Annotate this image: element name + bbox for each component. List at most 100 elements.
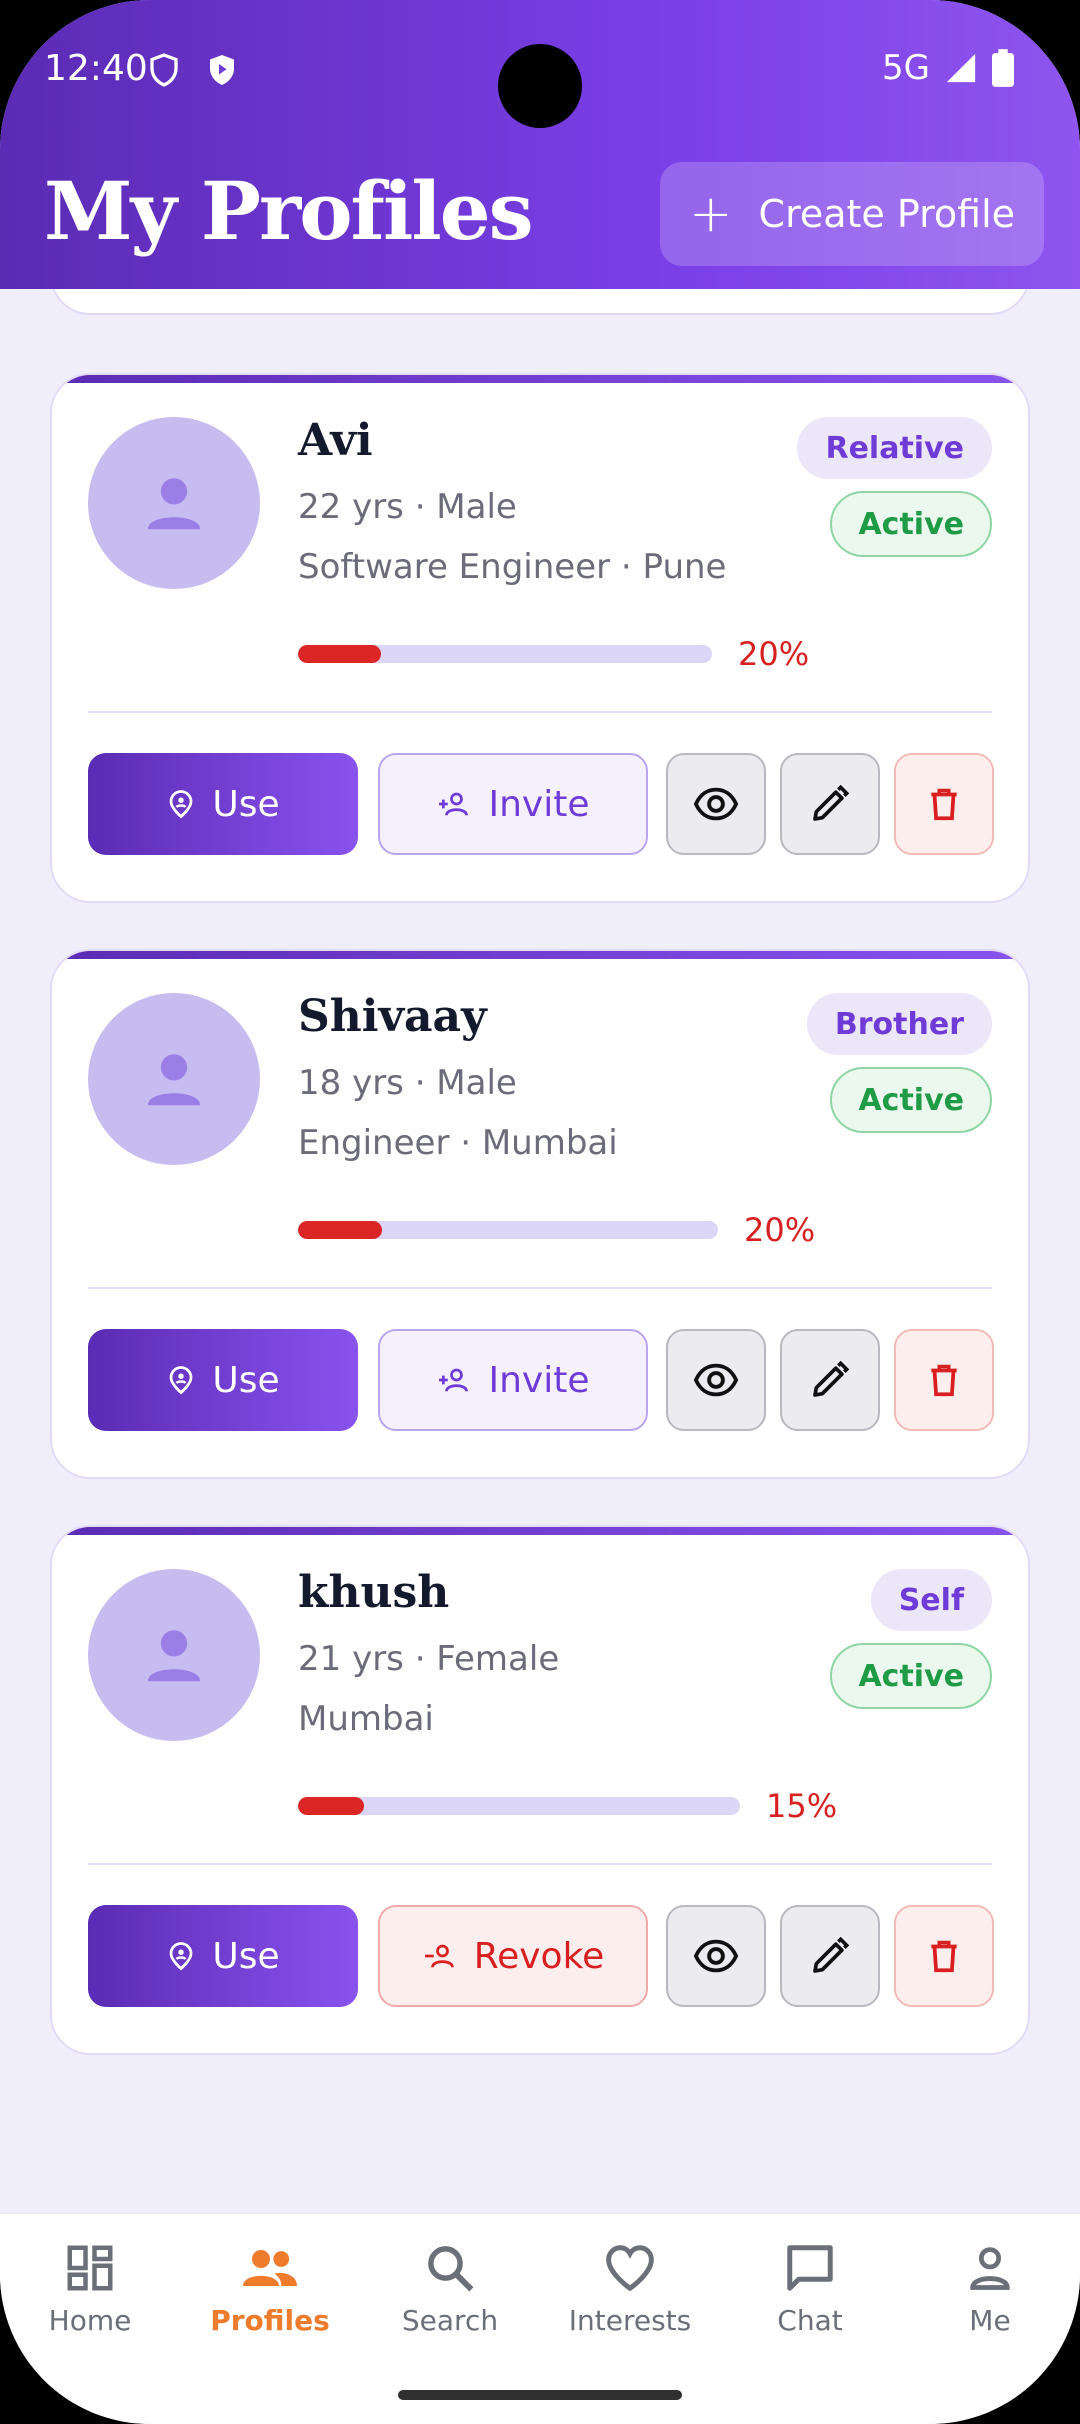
- chat-icon: [783, 2240, 837, 2296]
- nav-label: Interests: [568, 2304, 692, 2337]
- card-accent-bar: [52, 951, 1028, 959]
- page-title: My Profiles: [44, 164, 534, 258]
- use-label: Use: [212, 1359, 280, 1401]
- invite-button[interactable]: Invite: [378, 753, 648, 855]
- use-label: Use: [212, 1935, 280, 1977]
- completion-percent: 20%: [738, 635, 810, 673]
- profile-occupation-location: Mumbai: [298, 1699, 434, 1739]
- profile-card-shivaay: Shivaay 18 yrs · Male Engineer · Mumbai …: [50, 949, 1030, 1479]
- profile-name: Avi: [298, 415, 373, 466]
- status-bar: 12:40 5G: [0, 0, 1080, 140]
- completion-progress-bar: [298, 645, 712, 663]
- status-time: 12:40: [44, 48, 148, 89]
- front-camera: [498, 44, 582, 128]
- profile-card-khush: khush 21 yrs · Female Mumbai Self Active…: [50, 1525, 1030, 2055]
- profiles-list[interactable]: Avi 22 yrs · Male Software Engineer · Pu…: [0, 289, 1080, 2209]
- person-icon: [964, 2240, 1016, 2296]
- nav-label: Profiles: [210, 2304, 330, 2337]
- avatar[interactable]: [88, 993, 260, 1165]
- eye-icon: [693, 1939, 739, 1973]
- status-badge: Active: [830, 1643, 992, 1709]
- nav-label: Home: [48, 2304, 132, 2337]
- app-screen: 12:40 5G My Profiles + Create Profile Av…: [0, 0, 1080, 2424]
- create-profile-button[interactable]: + Create Profile: [660, 162, 1044, 266]
- completion-progress-bar: [298, 1221, 718, 1239]
- home-indicator[interactable]: [398, 2390, 682, 2400]
- search-icon: [423, 2240, 477, 2296]
- relation-badge: Relative: [797, 417, 992, 479]
- nav-item-home[interactable]: Home: [0, 2240, 180, 2337]
- relation-badge: Self: [870, 1569, 992, 1631]
- completion-percent: 20%: [744, 1211, 816, 1249]
- nav-label: Me: [969, 2304, 1011, 2337]
- create-profile-label: Create Profile: [758, 192, 1016, 236]
- revoke-button[interactable]: Revoke: [378, 1905, 648, 2007]
- use-label: Use: [212, 783, 280, 825]
- nav-label: Chat: [777, 2304, 843, 2337]
- signal-icon: [946, 53, 976, 83]
- completion-progress-fill: [298, 1221, 382, 1239]
- edit-profile-button[interactable]: [780, 1905, 880, 2007]
- location-person-icon: [169, 1942, 193, 1971]
- app-header: 12:40 5G My Profiles + Create Profile: [0, 0, 1080, 289]
- delete-profile-button[interactable]: [894, 1329, 994, 1431]
- person-icon: [147, 1630, 201, 1682]
- edit-profile-button[interactable]: [780, 1329, 880, 1431]
- nav-item-chat[interactable]: Chat: [720, 2240, 900, 2337]
- trash-icon: [931, 1940, 957, 1973]
- invite-button[interactable]: Invite: [378, 1329, 648, 1431]
- previous-card-fragment: [50, 289, 1030, 315]
- network-type: 5G: [882, 48, 930, 88]
- card-divider: [88, 1287, 992, 1289]
- dashboard-icon: [63, 2240, 117, 2296]
- battery-icon: [992, 49, 1014, 87]
- eye-icon: [693, 787, 739, 821]
- delete-profile-button[interactable]: [894, 1905, 994, 2007]
- play-shield-icon: [210, 55, 234, 85]
- person-icon: [147, 1054, 201, 1106]
- location-person-icon: [169, 790, 193, 819]
- view-profile-button[interactable]: [666, 1329, 766, 1431]
- status-badge: Active: [830, 491, 992, 557]
- card-divider: [88, 1863, 992, 1865]
- relation-badge: Brother: [806, 993, 992, 1055]
- location-person-icon: [169, 1366, 193, 1395]
- eye-icon: [693, 1363, 739, 1397]
- secondary-action-label: Invite: [488, 1359, 590, 1401]
- view-profile-button[interactable]: [666, 753, 766, 855]
- plus-icon: +: [688, 184, 733, 244]
- profile-card-avi: Avi 22 yrs · Male Software Engineer · Pu…: [50, 373, 1030, 903]
- status-badge: Active: [830, 1067, 992, 1133]
- avatar[interactable]: [88, 417, 260, 589]
- use-profile-button[interactable]: Use: [88, 1329, 358, 1431]
- trash-icon: [931, 788, 957, 821]
- delete-profile-button[interactable]: [894, 753, 994, 855]
- people-icon: [240, 2240, 300, 2296]
- avatar[interactable]: [88, 1569, 260, 1741]
- secondary-action-label: Revoke: [473, 1935, 605, 1977]
- person-add-icon: [439, 792, 469, 816]
- person-remove-icon: [424, 1944, 454, 1968]
- secondary-action-label: Invite: [488, 783, 590, 825]
- nav-item-interests[interactable]: Interests: [540, 2240, 720, 2337]
- nav-item-search[interactable]: Search: [360, 2240, 540, 2337]
- use-profile-button[interactable]: Use: [88, 1905, 358, 2007]
- bottom-navigation: Home Profiles Search Interests Chat Me: [0, 2212, 1080, 2424]
- profile-age-gender: 22 yrs · Male: [298, 487, 517, 527]
- card-accent-bar: [52, 375, 1028, 383]
- profile-name: Shivaay: [298, 991, 487, 1042]
- completion-progress-fill: [298, 645, 381, 663]
- person-icon: [147, 478, 201, 530]
- pencil-icon: [813, 1936, 850, 1973]
- heart-icon: [602, 2240, 658, 2296]
- edit-profile-button[interactable]: [780, 753, 880, 855]
- pencil-icon: [813, 1360, 850, 1397]
- profile-age-gender: 18 yrs · Male: [298, 1063, 517, 1103]
- card-divider: [88, 711, 992, 713]
- use-profile-button[interactable]: Use: [88, 753, 358, 855]
- view-profile-button[interactable]: [666, 1905, 766, 2007]
- nav-item-profiles[interactable]: Profiles: [180, 2240, 360, 2337]
- nav-item-me[interactable]: Me: [900, 2240, 1080, 2337]
- shield-icon: [150, 53, 178, 87]
- card-accent-bar: [52, 1527, 1028, 1535]
